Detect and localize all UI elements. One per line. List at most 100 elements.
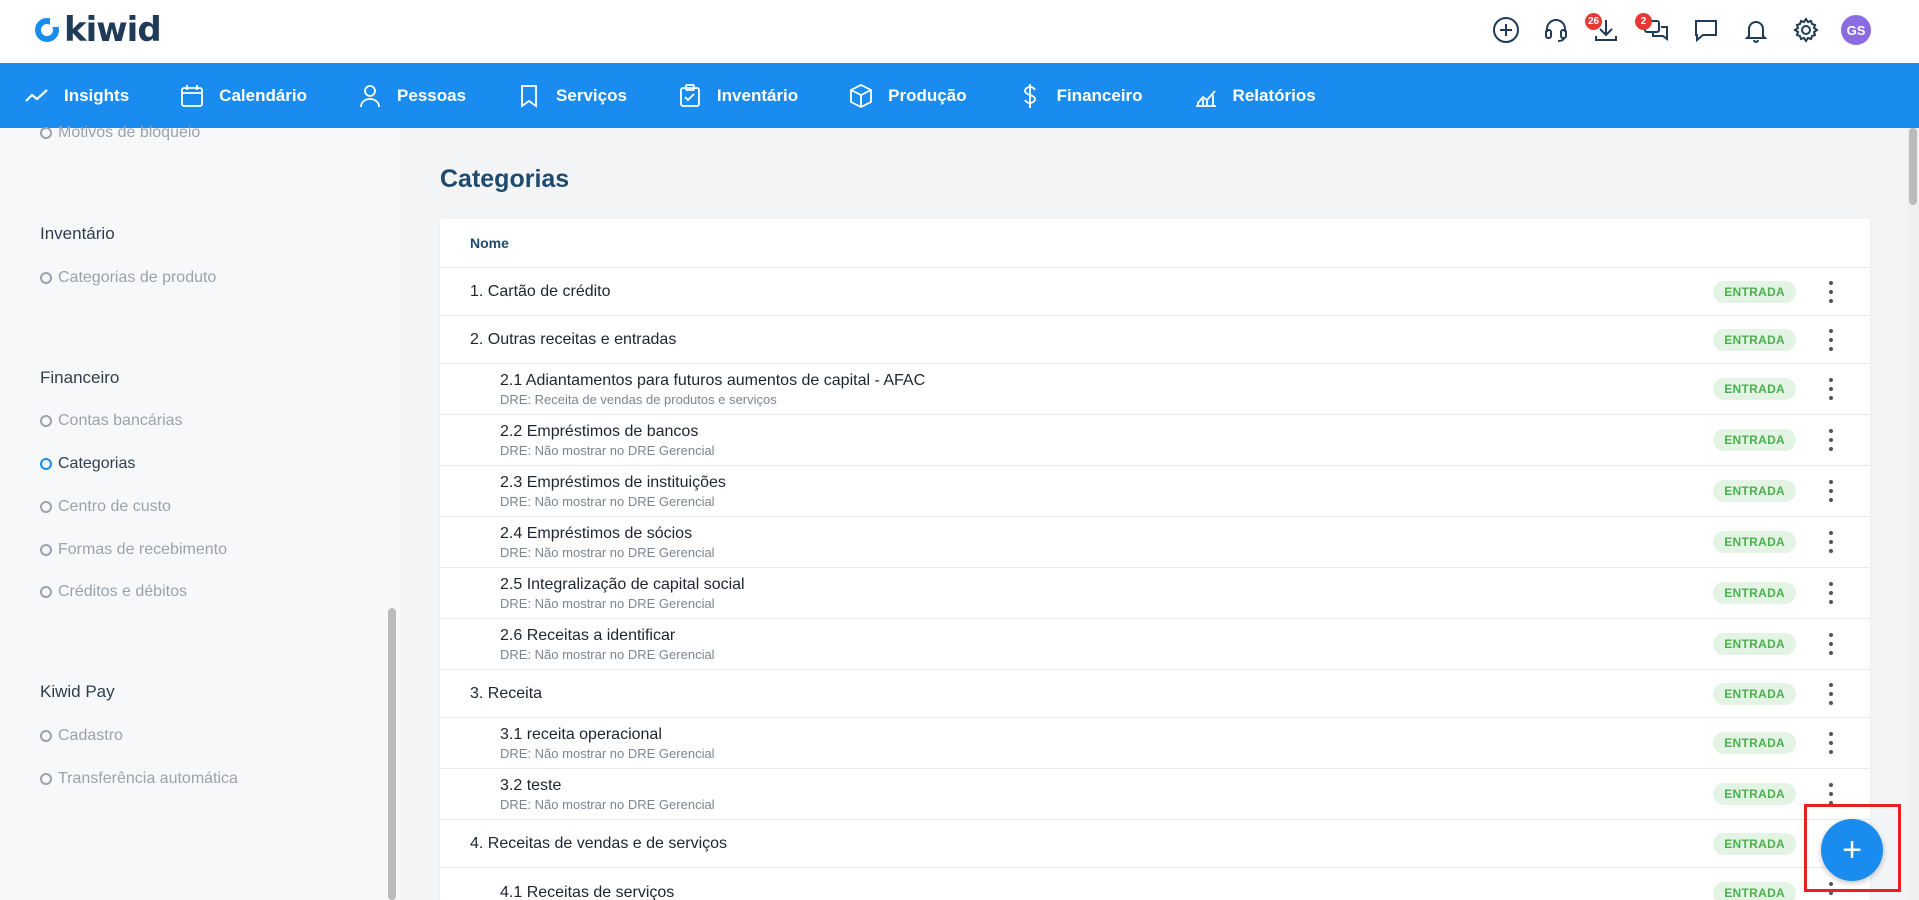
table-body: 1. Cartão de crédito ENTRADA 2. Outras rec… — [440, 268, 1870, 900]
sidebar-item-motivos-bloqueio[interactable]: Motivos de bloqueio — [40, 124, 200, 142]
more-options-icon[interactable] — [1828, 328, 1834, 351]
kebab-dot — [1829, 280, 1833, 285]
more-options-icon[interactable] — [1828, 378, 1834, 400]
more-options-icon[interactable] — [1828, 682, 1834, 705]
table-row[interactable]: 4. Receitas de vendas e de serviços ENTRA… — [440, 820, 1870, 868]
sidebar-item-label: Motivos de bloqueio — [58, 124, 201, 141]
main-nav: Insights Calendário Pessoas Serviços Inv… — [0, 63, 1919, 128]
kebab-dot — [1829, 783, 1833, 787]
more-options-icon[interactable] — [1828, 732, 1834, 754]
nav-label: Relatórios — [1232, 85, 1316, 105]
circle-icon — [40, 127, 52, 139]
more-options-icon[interactable] — [1828, 783, 1834, 805]
table-row[interactable]: 2.1 Adiantamentos para futuros aumentos … — [440, 364, 1870, 415]
more-options-icon[interactable] — [1828, 531, 1834, 553]
category-name: 1. Cartão de crédito — [470, 282, 611, 300]
row-text: 2.3 Empréstimos de instituições DRE: Não … — [500, 474, 726, 509]
nav-label: Calendário — [219, 85, 308, 105]
kebab-dot — [1829, 298, 1833, 303]
more-options-icon[interactable] — [1828, 582, 1834, 604]
user-avatar[interactable]: GS — [1841, 15, 1871, 45]
sidebar-item-label: Transferência automática — [58, 770, 238, 787]
nav-producao[interactable]: Produção — [848, 83, 967, 109]
headset-icon[interactable] — [1541, 15, 1571, 45]
category-dre: DRE: Não mostrar no DRE Gerencial — [500, 442, 715, 458]
sidebar-item-centro-custo[interactable]: Centro de custo — [40, 498, 171, 516]
type-badge: ENTRADA — [1713, 378, 1796, 400]
category-dre: DRE: Não mostrar no DRE Gerencial — [500, 544, 715, 560]
kebab-dot — [1829, 741, 1833, 745]
table-row[interactable]: 3.1 receita operacional DRE: Não mostrar … — [440, 718, 1870, 769]
more-options-icon[interactable] — [1828, 480, 1834, 502]
nav-servicos[interactable]: Serviços — [516, 83, 627, 109]
logo-text: kiwid — [64, 10, 162, 50]
calendar-icon — [181, 84, 204, 107]
table-row[interactable]: 3. Receita ENTRADA — [440, 670, 1870, 718]
kebab-dot — [1829, 600, 1833, 604]
table-row[interactable]: 3.2 teste DRE: Não mostrar no DRE Gerenci… — [440, 769, 1870, 820]
type-badge: ENTRADA — [1713, 328, 1796, 351]
table-row[interactable]: 4.1 Receitas de serviços ENTRADA — [440, 868, 1870, 900]
table-row[interactable]: 2.4 Empréstimos de sócios DRE: Não mostra… — [440, 517, 1870, 568]
kebab-dot — [1829, 691, 1833, 696]
category-name: 4. Receitas de vendas e de serviços — [470, 834, 728, 852]
kebab-dot — [1829, 498, 1833, 502]
table-row[interactable]: 2.2 Empréstimos de bancos DRE: Não mostra… — [440, 415, 1870, 466]
kebab-dot — [1829, 540, 1833, 544]
category-dre: DRE: Receita de vendas de produtos e ser… — [500, 391, 777, 407]
kebab-dot — [1829, 447, 1833, 451]
sidebar-item-categorias-produto[interactable]: Categorias de produto — [40, 269, 216, 287]
more-options-icon[interactable] — [1828, 429, 1834, 451]
chat-bubbles-icon[interactable]: 2 — [1635, 13, 1671, 45]
column-header-nome[interactable]: Nome — [440, 219, 1870, 268]
sidebar-item-transferencia-automatica[interactable]: Transferência automática — [40, 770, 238, 788]
gear-icon[interactable] — [1791, 15, 1821, 45]
kiwid-logo[interactable]: kiwid — [34, 10, 162, 50]
circle-icon — [40, 501, 52, 513]
kebab-dot — [1829, 378, 1833, 382]
kebab-dot — [1829, 682, 1833, 687]
nav-insights[interactable]: Insights — [24, 83, 129, 109]
scrollbar-thumb[interactable] — [1909, 128, 1917, 205]
bell-icon[interactable] — [1741, 15, 1771, 45]
page-scrollbar[interactable] — [1907, 128, 1919, 900]
table-row[interactable]: 1. Cartão de crédito ENTRADA — [440, 268, 1870, 316]
sidebar-item-formas-recebimento[interactable]: Formas de recebimento — [40, 541, 227, 559]
nav-relatorios[interactable]: Relatórios — [1193, 83, 1316, 109]
more-options-icon[interactable] — [1828, 280, 1834, 303]
dollar-icon — [1023, 83, 1036, 108]
add-icon[interactable] — [1491, 15, 1521, 45]
kebab-dot — [1829, 438, 1833, 442]
download-badge: 26 — [1585, 13, 1603, 30]
download-icon[interactable]: 26 — [1585, 13, 1621, 45]
nav-label: Serviços — [556, 85, 627, 105]
sidebar-item-creditos-debitos[interactable]: Créditos e débitos — [40, 583, 187, 601]
nav-label: Insights — [64, 85, 130, 105]
add-category-button[interactable]: + — [1821, 819, 1883, 881]
sidebar-item-contas-bancarias[interactable]: Contas bancárias — [40, 412, 183, 430]
circle-icon — [40, 458, 52, 470]
nav-calendario[interactable]: Calendário — [179, 83, 307, 109]
category-dre: DRE: Não mostrar no DRE Gerencial — [500, 745, 715, 761]
sidebar-item-cadastro[interactable]: Cadastro — [40, 727, 123, 745]
kebab-dot — [1829, 429, 1833, 433]
message-icon[interactable] — [1691, 15, 1721, 45]
sidebar-item-categorias[interactable]: Categorias — [40, 455, 135, 473]
table-row[interactable]: 2.5 Integralização de capital social DRE:… — [440, 568, 1870, 619]
nav-financeiro[interactable]: Financeiro — [1017, 83, 1143, 109]
nav-pessoas[interactable]: Pessoas — [357, 83, 466, 109]
sidebar-scrollbar[interactable] — [388, 608, 396, 900]
sidebar-item-label: Centro de custo — [58, 498, 171, 515]
kebab-dot — [1829, 633, 1833, 637]
more-options-icon[interactable] — [1828, 633, 1834, 655]
row-text: 2. Outras receitas e entradas — [470, 331, 676, 349]
kebab-dot — [1829, 489, 1833, 493]
table-row[interactable]: 2.6 Receitas a identificar DRE: Não mostr… — [440, 619, 1870, 670]
table-row[interactable]: 2.3 Empréstimos de instituições DRE: Não … — [440, 466, 1870, 517]
nav-inventario[interactable]: Inventário — [677, 83, 798, 109]
categories-table: Nome 1. Cartão de crédito ENTRADA 2. Outra… — [440, 219, 1870, 900]
type-badge: ENTRADA — [1713, 582, 1796, 604]
row-text: 1. Cartão de crédito — [470, 283, 611, 301]
sidebar-item-label: Categorias de produto — [58, 269, 217, 286]
table-row[interactable]: 2. Outras receitas e entradas ENTRADA — [440, 316, 1870, 364]
